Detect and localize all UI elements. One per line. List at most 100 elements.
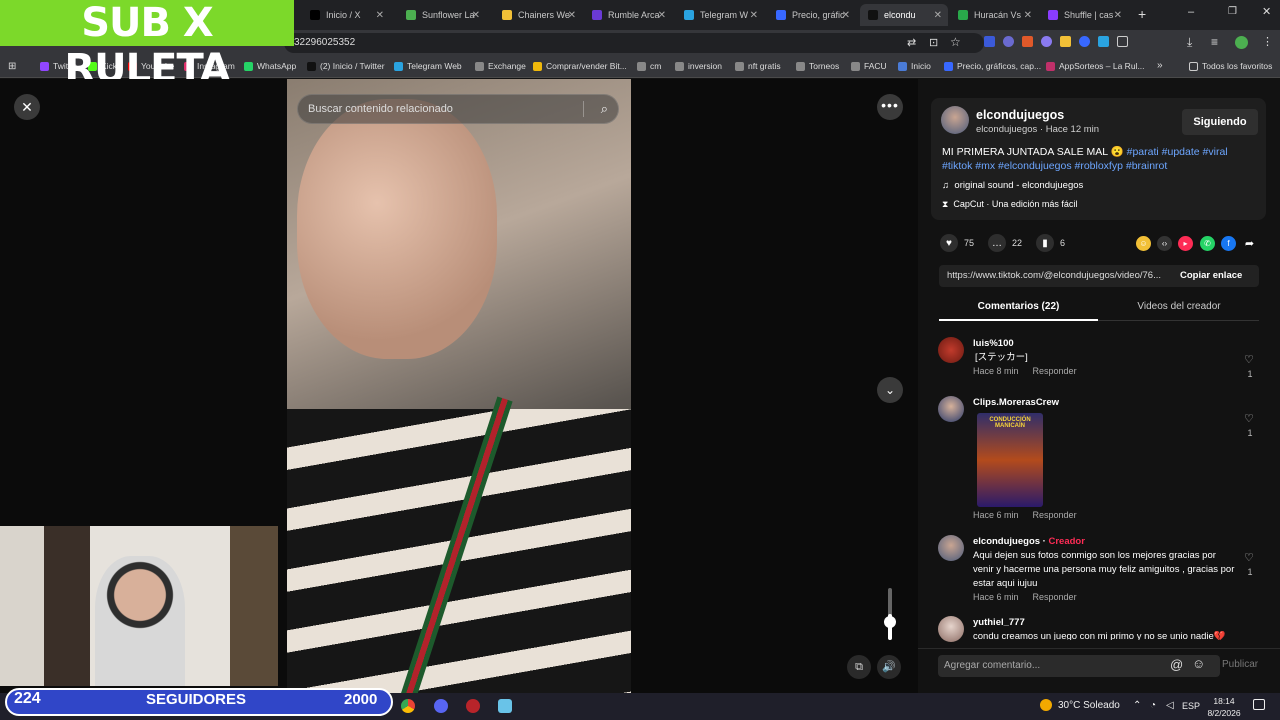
publish-button[interactable]: Publicar <box>1222 659 1258 670</box>
related-search-input[interactable]: Buscar contenido relacionado ⌕ <box>297 94 619 124</box>
comment-username[interactable]: elcondujuegos <box>973 536 1040 547</box>
bookmarks-overflow-icon[interactable]: » <box>1157 60 1163 71</box>
bookmark-item[interactable]: (2) Inicio / Twitter <box>307 61 385 71</box>
tab-close-icon[interactable]: ✕ <box>658 10 666 21</box>
author-avatar[interactable] <box>941 106 969 134</box>
comment-sticker-image[interactable]: CONDUCCIÓN MANICAÍN <box>977 413 1043 507</box>
comment-avatar[interactable] <box>938 337 964 363</box>
notification-icon[interactable] <box>1253 699 1265 710</box>
extensions-icons[interactable] <box>984 36 1128 47</box>
tab-comments[interactable]: Comentarios (22) <box>939 301 1098 312</box>
bookmark-star-icon[interactable]: ☆ <box>950 35 961 49</box>
next-video-button[interactable]: ⌄ <box>877 377 903 403</box>
bookmark-item[interactable]: Torneos <box>796 61 839 71</box>
more-options-button[interactable]: ••• <box>877 94 903 120</box>
reply-link[interactable]: Responder <box>1033 592 1077 602</box>
bookmark-item[interactable]: Telegram Web <box>394 61 462 71</box>
speaker-tray-icon[interactable]: ◁ <box>1166 700 1174 711</box>
extension-icon[interactable] <box>1041 36 1052 47</box>
browser-tab[interactable]: Telegram W ✕ <box>676 4 764 26</box>
hashtags-line-2[interactable]: #tiktok #mx #elcondujuegos #robloxfyp #b… <box>942 160 1167 172</box>
sound-link[interactable]: ♫ original sound - elcondujuegos <box>942 180 1083 191</box>
extension-icon[interactable] <box>984 36 995 47</box>
video-link[interactable]: https://www.tiktok.com/@elcondujuegos/vi… <box>947 270 1173 281</box>
comment-avatar[interactable] <box>938 396 964 422</box>
bookmark-item[interactable]: FACU <box>851 61 887 71</box>
bookmark-item[interactable]: cm <box>637 61 661 71</box>
tab-close-icon[interactable]: ✕ <box>472 10 480 21</box>
search-icon[interactable]: ⌕ <box>601 95 608 123</box>
extension-icon[interactable] <box>1003 36 1014 47</box>
weather-widget[interactable]: 30°C Soleado <box>1040 699 1120 711</box>
restore-icon[interactable]: ❐ <box>1228 6 1237 17</box>
reply-link[interactable]: Responder <box>1033 366 1077 376</box>
comment-like-icon[interactable]: ♡ <box>1244 551 1254 564</box>
chrome-taskbar-icon[interactable] <box>401 699 415 713</box>
browser-tab[interactable]: Rumble Arca ✕ <box>584 4 672 26</box>
browser-tab[interactable]: Precio, gráfic ✕ <box>768 4 856 26</box>
menu-dots-icon[interactable]: ⋮ <box>1262 35 1273 48</box>
puzzle-icon[interactable] <box>1117 36 1128 47</box>
bookmark-item[interactable]: Inicio <box>898 61 931 71</box>
author-name[interactable]: elcondujuegos <box>976 108 1064 122</box>
extension-icon[interactable] <box>1098 36 1109 47</box>
tab-close-icon[interactable]: ✕ <box>750 10 758 21</box>
send-icon[interactable]: ▸ <box>1178 236 1193 251</box>
minimize-icon[interactable]: – <box>1188 6 1194 18</box>
language-indicator[interactable]: ESP <box>1182 701 1200 711</box>
browser-tab[interactable]: Shuffle | cas ✕ <box>1040 4 1128 26</box>
extension-icon[interactable] <box>1022 36 1033 47</box>
bookmark-item[interactable]: Exchange <box>475 61 526 71</box>
download-icon[interactable]: ⤓ <box>1187 35 1192 50</box>
tab-close-icon[interactable]: ✕ <box>842 10 850 21</box>
browser-tab[interactable]: elcondu ✕ <box>860 4 948 26</box>
url-field[interactable]: 32296025352 <box>284 33 984 53</box>
tab-close-icon[interactable]: ✕ <box>1024 10 1032 21</box>
close-video-button[interactable]: ✕ <box>14 94 40 120</box>
comment-user-line[interactable]: elcondujuegos · Creador <box>973 536 1085 547</box>
bookmark-item[interactable]: nft gratis <box>735 61 781 71</box>
embed-icon[interactable]: ‹› <box>1157 236 1172 251</box>
tab-close-icon[interactable]: ✕ <box>376 10 384 21</box>
tab-creator-videos[interactable]: Videos del creador <box>1099 301 1259 312</box>
comment-avatar[interactable] <box>938 535 964 561</box>
share-arrow-icon[interactable]: ➦ <box>1242 236 1257 251</box>
volume-slider[interactable] <box>884 588 896 640</box>
apps-grid-icon[interactable]: ⊞ <box>8 61 16 72</box>
bookmark-item[interactable]: Comprar/vender Bit... <box>533 61 627 71</box>
all-bookmarks[interactable]: Todos los favoritos <box>1189 61 1272 71</box>
video-player[interactable] <box>287 79 631 693</box>
comment-button[interactable]: … 22 <box>988 234 1022 252</box>
profile-avatar[interactable] <box>1235 36 1248 49</box>
comment-username[interactable]: luis%100 <box>973 338 1014 349</box>
reply-link[interactable]: Responder <box>1033 510 1077 520</box>
tab-close-icon[interactable]: ✕ <box>1114 10 1122 21</box>
tab-close-icon[interactable]: ✕ <box>568 10 576 21</box>
mute-button[interactable]: 🔊 <box>877 655 901 679</box>
extension-icon[interactable] <box>1060 36 1071 47</box>
new-tab-button[interactable]: + <box>1138 6 1146 22</box>
bookmark-item[interactable]: inversion <box>675 61 722 71</box>
bookmark-item[interactable]: Precio, gráficos, cap... <box>944 61 1041 71</box>
like-button[interactable]: ♥ 75 <box>940 234 974 252</box>
comment-username[interactable]: yuthiel_777 <box>973 617 1025 628</box>
copy-link-button[interactable]: Copiar enlace <box>1180 270 1242 281</box>
extension-icon[interactable] <box>1079 36 1090 47</box>
capcut-link[interactable]: ⧗ CapCut · Una edición más fácil <box>942 199 1077 210</box>
comment-username[interactable]: Clips.MorerasCrew <box>973 397 1059 408</box>
close-window-icon[interactable]: ✕ <box>1262 5 1271 18</box>
bookmark-item[interactable]: WhatsApp <box>244 61 296 71</box>
tab-close-icon[interactable]: ✕ <box>934 10 942 21</box>
install-icon[interactable]: ⊡ <box>929 36 938 49</box>
whatsapp-icon[interactable]: ✆ <box>1200 236 1215 251</box>
tray-chevron-icon[interactable]: ⌃ <box>1133 700 1141 711</box>
browser-tab[interactable]: Chainers We ✕ <box>494 4 582 26</box>
wifi-icon[interactable]: ◔ <box>1150 700 1156 711</box>
following-button[interactable]: Siguiendo <box>1182 109 1258 135</box>
browser-tab[interactable]: Sunflower La ✕ <box>398 4 486 26</box>
browser-tab[interactable]: Inicio / X ✕ <box>302 4 390 26</box>
emoji-share-icon[interactable]: ☺ <box>1136 236 1151 251</box>
save-button[interactable]: ▮ 6 <box>1036 234 1065 252</box>
emoji-icon[interactable]: ☺ <box>1192 656 1205 671</box>
comment-like-icon[interactable]: ♡ <box>1244 353 1254 366</box>
